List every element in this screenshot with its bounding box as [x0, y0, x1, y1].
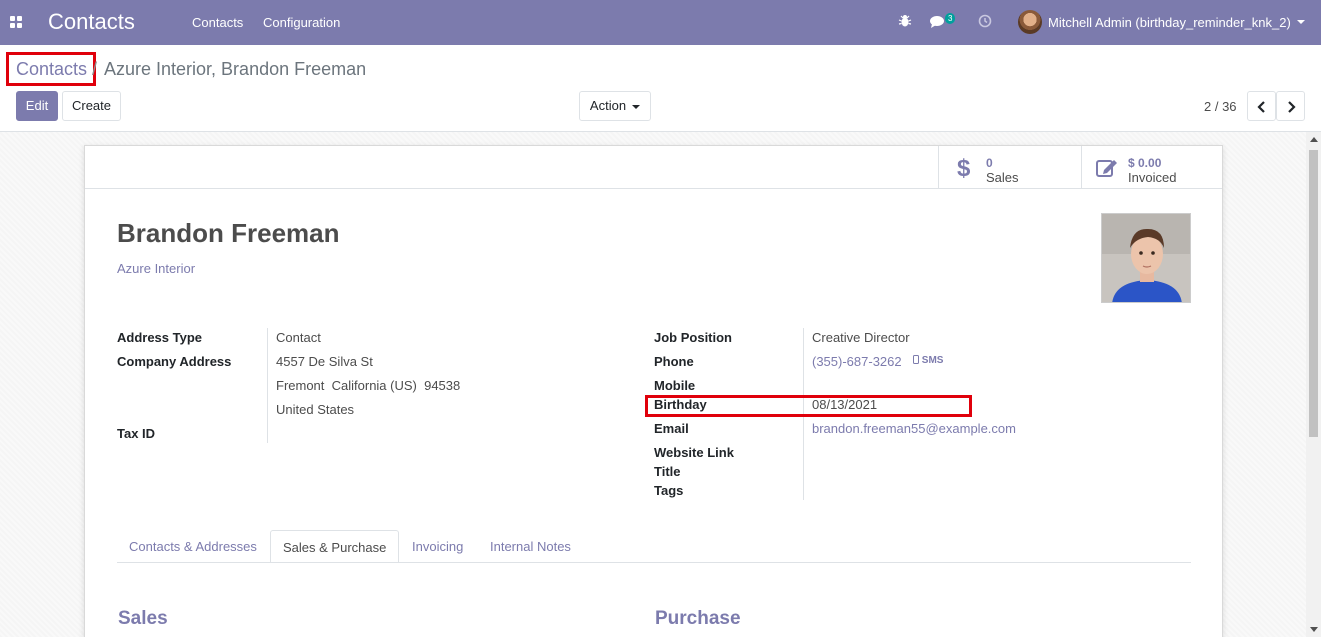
job-position-label: Job Position — [654, 330, 732, 345]
purchase-section-title: Purchase — [655, 608, 741, 629]
phone-value[interactable]: (355)-687-3262 — [812, 354, 902, 369]
website-link-label: Website Link — [654, 445, 734, 460]
scroll-down-icon[interactable] — [1310, 627, 1318, 632]
tab-sales-purchase[interactable]: Sales & Purchase — [270, 530, 400, 563]
smart-button-box: $ 0 Sales $ 0.00 Invoiced — [85, 146, 1222, 189]
sales-smart-button[interactable]: $ 0 Sales — [938, 146, 1081, 189]
highlight-box-breadcrumb — [6, 52, 96, 86]
tags-label: Tags — [654, 483, 684, 498]
user-avatar[interactable] — [1018, 10, 1042, 34]
email-label: Email — [654, 421, 689, 436]
country-value: United States — [276, 402, 355, 417]
tab-internal-notes[interactable]: Internal Notes — [478, 530, 583, 563]
invoiced-label: Invoiced — [1128, 170, 1177, 185]
invoice-edit-icon — [1096, 160, 1117, 177]
pager-previous-button[interactable] — [1247, 91, 1276, 121]
highlight-box-birthday — [645, 395, 972, 417]
form-sheet: $ 0 Sales $ 0.00 Invoiced Brandon Freema… — [84, 145, 1223, 637]
partner-name: Brandon Freeman — [117, 218, 340, 248]
top-navbar: Contacts Contacts Configuration 3 Mitche… — [0, 0, 1321, 45]
phone-label: Phone — [654, 354, 694, 369]
title-label: Title — [654, 464, 681, 479]
caret-down-icon — [632, 104, 641, 109]
bug-icon[interactable] — [898, 14, 912, 28]
clock-icon[interactable] — [978, 14, 992, 28]
app-title[interactable]: Contacts — [48, 9, 135, 35]
pager-value[interactable]: 2 / 36 — [1204, 99, 1237, 114]
mobile-label: Mobile — [654, 378, 696, 393]
company-link[interactable]: Azure Interior — [117, 261, 195, 276]
chevron-left-icon — [1256, 101, 1265, 113]
email-value[interactable]: brandon.freeman55@example.com — [812, 421, 1016, 436]
sms-button[interactable]: SMS — [913, 355, 943, 366]
partner-photo — [1101, 213, 1191, 303]
chevron-right-icon — [1287, 101, 1296, 113]
job-position-value: Creative Director — [812, 330, 910, 345]
tab-invoicing[interactable]: Invoicing — [400, 530, 475, 563]
menu-configuration[interactable]: Configuration — [263, 15, 340, 30]
street-value: 4557 De Silva St — [276, 354, 373, 369]
address-type-label: Address Type — [117, 330, 203, 345]
sales-label: Sales — [986, 170, 1019, 185]
control-panel: Contacts / Azure Interior, Brandon Freem… — [0, 45, 1321, 132]
sales-count: 0 — [986, 156, 993, 170]
mobile-phone-icon — [913, 355, 919, 364]
action-label: Action — [589, 98, 627, 113]
address-type-value: Contact — [276, 330, 321, 345]
left-group-divider — [267, 328, 268, 443]
city-state-zip-value: Fremont California (US) 94538 — [276, 378, 461, 393]
tab-contacts-addresses[interactable]: Contacts & Addresses — [117, 530, 269, 563]
invoiced-smart-button[interactable]: $ 0.00 Invoiced — [1081, 146, 1222, 189]
scroll-up-icon[interactable] — [1310, 137, 1318, 142]
user-menu[interactable]: Mitchell Admin (birthday_reminder_knk_2) — [1048, 15, 1291, 30]
svg-text:$: $ — [957, 156, 971, 180]
action-dropdown[interactable]: Action — [579, 91, 651, 121]
dollar-icon: $ — [957, 156, 971, 180]
menu-contacts[interactable]: Contacts — [192, 15, 243, 30]
pager-next-button[interactable] — [1276, 91, 1305, 121]
messages-badge: 3 — [945, 13, 956, 24]
breadcrumb-separator: / — [92, 59, 98, 79]
create-button[interactable]: Create — [62, 91, 121, 121]
apps-icon[interactable] — [10, 16, 22, 28]
invoiced-amount: $ 0.00 — [1128, 156, 1162, 170]
tax-id-label: Tax ID — [117, 426, 156, 441]
edit-button[interactable]: Edit — [16, 91, 58, 121]
scrollbar-thumb[interactable] — [1309, 150, 1318, 437]
user-caret-icon[interactable] — [1297, 20, 1305, 24]
sales-section-title: Sales — [118, 608, 168, 629]
breadcrumb-current: Azure Interior, Brandon Freeman — [104, 59, 367, 79]
form-view: $ 0 Sales $ 0.00 Invoiced Brandon Freema… — [0, 132, 1321, 637]
sms-label: SMS — [921, 355, 944, 366]
tabs-underline — [117, 562, 1191, 563]
company-address-label: Company Address — [117, 354, 232, 369]
